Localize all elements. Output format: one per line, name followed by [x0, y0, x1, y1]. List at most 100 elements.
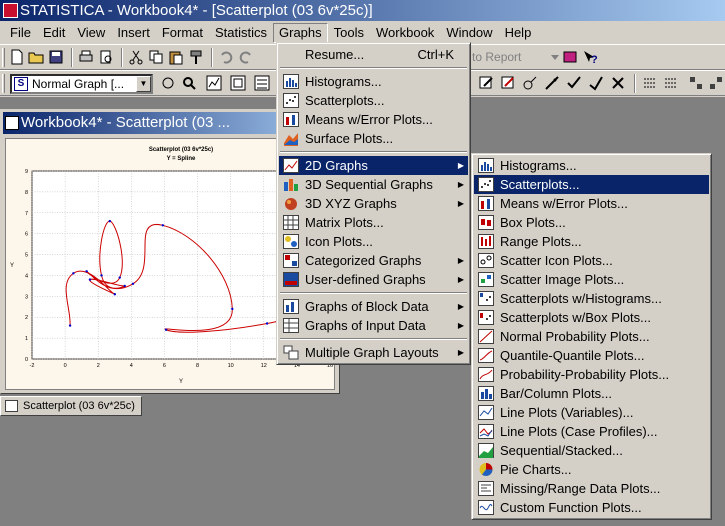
- submenu-item-pie-charts[interactable]: Pie Charts...: [474, 460, 709, 479]
- menu-format[interactable]: Format: [156, 23, 209, 43]
- menu-item-icon-plots[interactable]: Icon Plots...: [279, 232, 468, 251]
- submenu-item-scatter-icon[interactable]: Scatter Icon Plots...: [474, 251, 709, 270]
- save-icon[interactable]: [48, 49, 64, 65]
- submenu-item-scatter-image[interactable]: Scatter Image Plots...: [474, 270, 709, 289]
- submenu-item-label: Scatter Icon Plots...: [500, 253, 613, 268]
- menu-item-user-defined[interactable]: User-defined Graphs ▶: [279, 270, 468, 289]
- undo-icon[interactable]: [218, 49, 234, 65]
- menu-insert[interactable]: Insert: [111, 23, 156, 43]
- menu-item-label: Icon Plots...: [305, 234, 373, 249]
- menu-item-resume[interactable]: Resume... Ctrl+K: [279, 45, 468, 64]
- resize-tool-icon[interactable]: [610, 75, 626, 91]
- graph-options-icon[interactable]: [160, 75, 176, 91]
- point-tool-icon[interactable]: [566, 75, 582, 91]
- menu-separator: [279, 148, 468, 156]
- menu-item-3d-xyz[interactable]: 3D XYZ Graphs ▶: [279, 194, 468, 213]
- data-point: [123, 284, 126, 288]
- data-point: [88, 278, 92, 281]
- context-help-icon[interactable]: ?: [582, 49, 598, 66]
- submenu-item-bar-column[interactable]: Bar/Column Plots...: [474, 384, 709, 403]
- submenu-item-label: Missing/Range Data Plots...: [500, 481, 661, 496]
- workbook-tab-scatterplot[interactable]: Scatterplot (03 6v*25c): [0, 396, 142, 416]
- graph-layout-icon[interactable]: [230, 75, 246, 91]
- menu-graphs[interactable]: Graphs: [273, 22, 328, 43]
- format-painter-icon[interactable]: [188, 49, 204, 65]
- submenu-item-line-variables[interactable]: Line Plots (Variables)...: [474, 403, 709, 422]
- align-center-icon[interactable]: [663, 75, 679, 91]
- paste-icon[interactable]: [168, 49, 184, 65]
- print-preview-icon[interactable]: [98, 49, 114, 65]
- x-tick-label: 12: [261, 363, 267, 369]
- menu-item-matrix-plots[interactable]: Matrix Plots...: [279, 213, 468, 232]
- submenu-item-label: Scatter Image Plots...: [500, 272, 625, 287]
- menu-file[interactable]: File: [4, 23, 37, 43]
- submenu-item-box-plots[interactable]: Box Plots...: [474, 213, 709, 232]
- 2d-graphs-submenu: Histograms... Scatterplots... Means w/Er…: [471, 153, 712, 520]
- copy-icon[interactable]: [148, 49, 164, 65]
- submenu-item-range-plots[interactable]: Range Plots...: [474, 232, 709, 251]
- submenu-arrow-icon: ▶: [457, 180, 464, 189]
- menu-item-categorized-graphs[interactable]: Categorized Graphs ▶: [279, 251, 468, 270]
- zoom-icon[interactable]: [181, 75, 197, 91]
- draw-arrow-icon[interactable]: [522, 75, 538, 91]
- graph-window-icon[interactable]: [206, 75, 222, 91]
- toolbar-grip[interactable]: [2, 74, 5, 93]
- menu-item-scatterplots[interactable]: Scatterplots...: [279, 91, 468, 110]
- edit-graph-icon[interactable]: [478, 75, 494, 91]
- graph-type-select[interactable]: S Normal Graph [... ▼: [10, 74, 153, 94]
- menu-item-surface-plots[interactable]: Surface Plots...: [279, 129, 468, 148]
- menu-item-2d-graphs[interactable]: 2D Graphs ▶: [279, 156, 468, 175]
- menu-item-block-data[interactable]: Graphs of Block Data ▶: [279, 297, 468, 316]
- submenu-item-sequential-stacked[interactable]: Sequential/Stacked...: [474, 441, 709, 460]
- menu-item-3d-sequential[interactable]: 3D Sequential Graphs ▶: [279, 175, 468, 194]
- menu-tools[interactable]: Tools: [328, 23, 370, 43]
- submenu-item-label: Box Plots...: [500, 215, 566, 230]
- submenu-item-scatterplots[interactable]: Scatterplots...: [474, 175, 709, 194]
- submenu-item-missing-data[interactable]: Missing/Range Data Plots...: [474, 479, 709, 498]
- new-file-icon[interactable]: [9, 49, 25, 65]
- toolbar-grip[interactable]: [2, 48, 5, 67]
- menu-workbook[interactable]: Workbook: [370, 23, 440, 43]
- menu-edit[interactable]: Edit: [37, 23, 71, 43]
- open-folder-icon[interactable]: [28, 49, 44, 65]
- menu-item-label: Categorized Graphs: [305, 253, 422, 268]
- align-left-icon[interactable]: [642, 75, 658, 91]
- ungroup-objects-icon[interactable]: [708, 75, 724, 91]
- brush-icon[interactable]: [544, 75, 560, 91]
- surface-plot-icon: [283, 131, 299, 146]
- menu-window[interactable]: Window: [440, 23, 498, 43]
- submenu-item-quantile[interactable]: Quantile-Quantile Plots...: [474, 346, 709, 365]
- edit-text-icon[interactable]: [500, 75, 516, 91]
- submenu-item-scatter-histograms[interactable]: Scatterplots w/Histograms...: [474, 289, 709, 308]
- menu-item-multiple-layouts[interactable]: Multiple Graph Layouts ▶: [279, 343, 468, 362]
- toolbar-separator: [71, 48, 73, 67]
- graph-data-icon[interactable]: [254, 75, 270, 91]
- data-point: [118, 276, 121, 279]
- menu-view[interactable]: View: [71, 23, 111, 43]
- menu-item-means-error[interactable]: Means w/Error Plots...: [279, 110, 468, 129]
- submenu-item-normal-probability[interactable]: Normal Probability Plots...: [474, 327, 709, 346]
- submenu-item-line-profiles[interactable]: Line Plots (Case Profiles)...: [474, 422, 709, 441]
- menu-help[interactable]: Help: [499, 23, 538, 43]
- group-objects-icon[interactable]: [688, 75, 704, 91]
- menu-statistics[interactable]: Statistics: [209, 23, 273, 43]
- submenu-item-scatter-box[interactable]: Scatterplots w/Box Plots...: [474, 308, 709, 327]
- menu-item-histograms[interactable]: Histograms...: [279, 72, 468, 91]
- submenu-item-prob-prob[interactable]: Probability-Probability Plots...: [474, 365, 709, 384]
- submenu-item-means-error[interactable]: Means w/Error Plots...: [474, 194, 709, 213]
- menu-item-input-data[interactable]: Graphs of Input Data ▶: [279, 316, 468, 335]
- redo-icon[interactable]: [238, 49, 254, 65]
- submenu-item-histograms[interactable]: Histograms...: [474, 156, 709, 175]
- y-tick-label: 7: [25, 211, 28, 217]
- print-icon[interactable]: [78, 49, 94, 65]
- workbook-tab-label: Scatterplot (03 6v*25c): [23, 400, 135, 412]
- data-point: [164, 328, 168, 331]
- macro-book-icon[interactable]: [562, 49, 578, 65]
- dropdown-arrow-icon[interactable]: [547, 49, 563, 65]
- submenu-item-custom-function[interactable]: Custom Function Plots...: [474, 498, 709, 517]
- statistica-app-icon: [3, 3, 18, 18]
- line-tool-icon[interactable]: [588, 75, 604, 91]
- workbook-window-title: Workbook4* - Scatterplot (03 ...: [21, 114, 230, 131]
- cut-icon[interactable]: [128, 49, 144, 65]
- chevron-down-icon[interactable]: ▼: [136, 76, 151, 92]
